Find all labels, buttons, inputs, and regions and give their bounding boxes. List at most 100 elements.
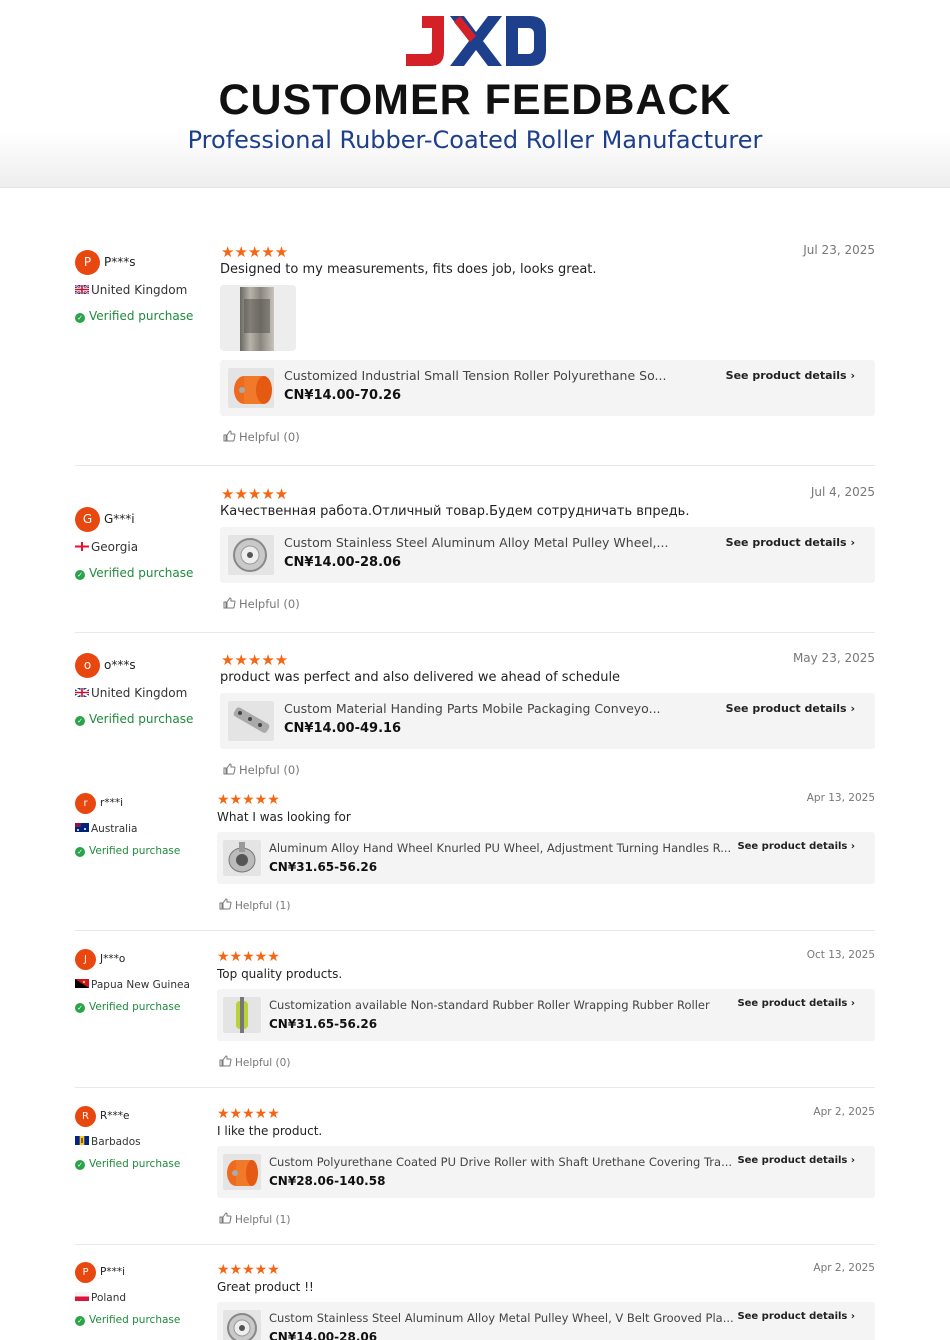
verified-badge: ✓ Verified purchase <box>75 845 180 857</box>
product-card[interactable]: Aluminum Alloy Hand Wheel Knurled PU Whe… <box>217 832 875 884</box>
page-header: CUSTOMER FEEDBACK Professional Rubber-Co… <box>0 0 950 188</box>
review-date: Jul 23, 2025 <box>803 243 875 257</box>
check-icon: ✓ <box>75 716 85 726</box>
reviewer-name: G***i <box>104 512 135 526</box>
see-product-details-link[interactable]: See product details › <box>737 998 855 1009</box>
helpful-button[interactable]: Helpful (1) <box>219 898 290 912</box>
review-text: Designed to my measurements, fits does j… <box>220 262 597 277</box>
review-date: Apr 13, 2025 <box>806 792 875 804</box>
check-icon: ✓ <box>75 313 85 323</box>
see-product-details-link[interactable]: See product details › <box>726 369 855 382</box>
product-card[interactable]: Customization available Non-standard Rub… <box>217 989 875 1041</box>
review-date: May 23, 2025 <box>792 651 875 665</box>
reviewer-name: r***i <box>100 797 123 809</box>
product-card[interactable]: Custom Stainless Steel Aluminum Alloy Me… <box>220 527 875 583</box>
check-icon: ✓ <box>75 1003 85 1013</box>
see-product-details-link[interactable]: See product details › <box>726 702 855 715</box>
georgia-flag-icon <box>75 542 89 551</box>
avatar: P <box>75 1262 96 1283</box>
star-rating: ★★★★★ <box>217 949 280 965</box>
product-card[interactable]: Customized Industrial Small Tension Roll… <box>220 360 875 416</box>
thumb-up-icon <box>219 1055 232 1067</box>
reviewer-country: Georgia <box>75 540 138 554</box>
reviewer-name: P***i <box>100 1266 125 1278</box>
see-product-details-link[interactable]: See product details › <box>737 841 855 852</box>
review-text: product was perfect and also delivered w… <box>220 670 621 685</box>
reviewer-name: R***e <box>100 1110 130 1122</box>
avatar: G <box>75 507 100 532</box>
uk-flag-icon <box>75 688 89 697</box>
review-card: o o***s United Kingdom ✓ Verified purchas… <box>75 651 875 786</box>
review-date: Apr 2, 2025 <box>813 1262 875 1274</box>
reviewer-country: Australia <box>75 823 137 835</box>
check-icon: ✓ <box>75 1160 85 1170</box>
product-price: CN¥31.65-56.26 <box>269 1017 378 1031</box>
product-thumbnail <box>223 997 261 1033</box>
avatar: r <box>75 793 96 814</box>
product-price: CN¥14.00-70.26 <box>284 388 402 403</box>
review-text: Качественная работа.Отличный товар.Будем… <box>220 504 690 519</box>
review-text: What I was looking for <box>217 810 351 824</box>
verified-badge: ✓ Verified purchase <box>75 1314 180 1326</box>
reviewer-country: Papua New Guinea <box>75 979 190 991</box>
product-name: Custom Material Handing Parts Mobile Pac… <box>284 701 661 716</box>
review-date: Apr 2, 2025 <box>813 1106 875 1118</box>
poland-flag-icon <box>75 1292 89 1301</box>
country-label: United Kingdom <box>91 283 188 297</box>
verified-badge: ✓ Verified purchase <box>75 712 193 726</box>
chevron-right-icon: › <box>850 841 855 852</box>
product-name: Aluminum Alloy Hand Wheel Knurled PU Whe… <box>269 841 732 855</box>
avatar: o <box>75 653 100 678</box>
product-thumbnail <box>228 368 274 408</box>
page-subtitle: Professional Rubber-Coated Roller Manufa… <box>187 126 763 154</box>
review-text: I like the product. <box>217 1124 323 1138</box>
thumb-up-icon <box>223 430 236 442</box>
avatar: J <box>75 949 96 970</box>
reviewer-name: P***s <box>104 255 136 269</box>
reviewer-country: Barbados <box>75 1136 141 1148</box>
product-thumbnail <box>223 1154 261 1190</box>
star-rating: ★★★★★ <box>217 1106 280 1122</box>
review-card: r r***i Australia ✓ Verified purchase ★★★… <box>75 792 875 931</box>
reviewer-name: J***o <box>100 953 126 965</box>
helpful-button[interactable]: Helpful (0) <box>223 430 300 444</box>
product-price: CN¥14.00-28.06 <box>284 555 402 570</box>
thumb-up-icon <box>223 763 236 775</box>
see-product-details-link[interactable]: See product details › <box>737 1155 855 1166</box>
review-date: Jul 4, 2025 <box>810 485 875 499</box>
chevron-right-icon: › <box>850 369 855 382</box>
see-product-details-link[interactable]: See product details › <box>737 1311 855 1322</box>
helpful-button[interactable]: Helpful (0) <box>219 1055 290 1069</box>
thumb-up-icon <box>219 1212 232 1224</box>
helpful-button[interactable]: Helpful (0) <box>223 763 300 777</box>
review-card: J J***o Papua New Guinea ✓ Verified purch… <box>75 949 875 1088</box>
chevron-right-icon: › <box>850 536 855 549</box>
avatar: P <box>75 250 100 275</box>
reviewer-country: Poland <box>75 1292 126 1304</box>
reviewer-name: o***s <box>104 658 136 672</box>
product-card[interactable]: Custom Polyurethane Coated PU Drive Roll… <box>217 1146 875 1198</box>
review-text: Great product !! <box>217 1280 314 1294</box>
product-name: Custom Polyurethane Coated PU Drive Roll… <box>269 1155 733 1169</box>
product-price: CN¥31.65-56.26 <box>269 860 378 874</box>
product-name: Custom Stainless Steel Aluminum Alloy Me… <box>269 1311 734 1325</box>
review-card: P P***s United Kingdom ✓ Verified purchas… <box>75 243 875 466</box>
product-card[interactable]: Custom Stainless Steel Aluminum Alloy Me… <box>217 1302 875 1340</box>
chevron-right-icon: › <box>850 1311 855 1322</box>
product-name: Custom Stainless Steel Aluminum Alloy Me… <box>284 535 669 550</box>
product-thumbnail <box>223 1310 261 1340</box>
review-card: P P***i Poland ✓ Verified purchase ★★★★★ … <box>75 1262 875 1340</box>
avatar: R <box>75 1106 96 1127</box>
thumb-up-icon <box>219 898 232 910</box>
helpful-button[interactable]: Helpful (0) <box>223 597 300 611</box>
product-card[interactable]: Custom Material Handing Parts Mobile Pac… <box>220 693 875 749</box>
helpful-button[interactable]: Helpful (1) <box>219 1212 290 1226</box>
review-photo[interactable] <box>220 285 296 351</box>
uk-flag-icon <box>75 285 89 294</box>
review-date: Oct 13, 2025 <box>806 949 875 961</box>
thumb-up-icon <box>223 597 236 609</box>
check-icon: ✓ <box>75 1316 85 1326</box>
star-rating: ★★★★★ <box>221 243 289 261</box>
see-product-details-link[interactable]: See product details › <box>726 536 855 549</box>
page-title: CUSTOMER FEEDBACK <box>218 76 732 124</box>
